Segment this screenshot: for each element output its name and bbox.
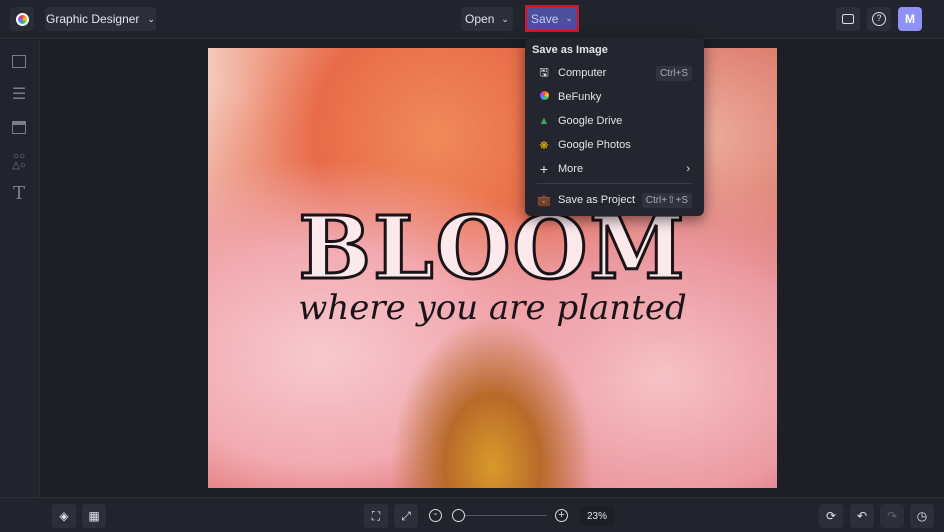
save-button[interactable]: Save ⌄ [525, 5, 579, 32]
plus-icon: + [539, 161, 549, 177]
redo-icon: ↷ [886, 509, 898, 523]
zoom-in-icon[interactable]: + [555, 509, 568, 522]
menu-item-google-drive[interactable]: ▲ Google Drive [525, 110, 704, 132]
layout-icon[interactable] [10, 119, 28, 137]
menu-item-more[interactable]: + More › [525, 158, 704, 180]
chevron-right-icon: › [686, 163, 690, 175]
fit-screen-button[interactable]: ⛶ [364, 504, 388, 528]
chevron-down-icon: ⌄ [565, 13, 573, 23]
menu-label: More [558, 163, 584, 175]
layers-button[interactable]: ◈ [52, 504, 76, 528]
app-mode-dropdown[interactable]: Graphic Designer ⌄ [45, 7, 156, 31]
shrink-icon: ⤢ [401, 508, 411, 523]
shortcut: Ctrl+⇧+S [641, 192, 692, 208]
avatar[interactable]: M [898, 7, 922, 31]
save-menu-heading: Save as Image [532, 44, 608, 56]
bottom-toolbar: ◈ ▦ ⛶ ⤢ - + 23% ⟳ ↶ ↷ ◷ [0, 497, 944, 532]
image-icon[interactable] [10, 53, 28, 71]
zoom-out-icon[interactable]: - [429, 509, 442, 522]
menu-label: Google Drive [558, 115, 623, 127]
menu-item-computer[interactable]: 🖫 Computer Ctrl+S [525, 62, 704, 84]
expand-icon: ⛶ [371, 508, 381, 523]
top-bar: Graphic Designer ⌄ Open ⌄ Save ⌄ ? M [0, 0, 944, 39]
open-label: Open [465, 12, 495, 26]
menu-item-google-photos[interactable]: ❋ Google Photos [525, 134, 704, 156]
zoom-value[interactable]: 23% [580, 506, 614, 526]
undo-button[interactable]: ↶ [850, 504, 874, 528]
refresh-button[interactable]: ⟳ [819, 504, 843, 528]
layers-icon: ◈ [59, 509, 69, 523]
menu-item-befunky[interactable]: BeFunky [525, 86, 704, 108]
google-drive-icon: ▲ [538, 115, 550, 127]
shortcut: Ctrl+S [655, 65, 692, 81]
google-photos-icon: ❋ [539, 139, 549, 152]
menu-item-save-as-project[interactable]: 💼 Save as Project Ctrl+⇧+S [525, 189, 704, 211]
redo-button[interactable]: ↷ [880, 504, 904, 528]
shapes-icon[interactable]: ○○ △○ [10, 152, 28, 171]
canvas-subtitle-text[interactable]: where you are planted [208, 288, 777, 328]
adjustments-icon[interactable]: ☰ [10, 86, 28, 104]
left-sidebar: ☰ ○○ △○ T [0, 40, 40, 497]
monitor-icon: 🖫 [539, 66, 549, 79]
menu-label: BeFunky [558, 91, 602, 103]
befunky-logo[interactable] [10, 7, 34, 31]
undo-icon: ↶ [856, 509, 868, 523]
befunky-icon [537, 91, 551, 103]
help-icon: ? [872, 12, 886, 26]
save-menu: Save as Image 🖫 Computer Ctrl+S BeFunky ▲ G… [525, 38, 704, 216]
chevron-down-icon: ⌄ [501, 13, 509, 24]
actual-size-button[interactable]: ⤢ [394, 504, 418, 528]
menu-label: Computer [558, 67, 607, 79]
zoom-slider[interactable] [451, 509, 547, 522]
text-icon[interactable]: T [10, 185, 28, 203]
history-icon: ◷ [916, 509, 928, 523]
app-title: Graphic Designer [46, 12, 140, 26]
history-button[interactable]: ◷ [910, 504, 934, 528]
help-button[interactable]: ? [867, 7, 891, 31]
menu-label: Save as Project [558, 194, 636, 206]
grid-icon: ▦ [88, 509, 100, 523]
save-label: Save [531, 11, 559, 26]
comments-button[interactable] [836, 7, 860, 31]
zoom-slider-thumb[interactable] [451, 509, 465, 522]
grid-button[interactable]: ▦ [82, 504, 106, 528]
open-button[interactable]: Open ⌄ [461, 7, 513, 31]
briefcase-icon: 💼 [537, 194, 551, 207]
menu-label: Google Photos [558, 139, 631, 151]
chevron-down-icon: ⌄ [147, 13, 155, 24]
refresh-icon: ⟳ [825, 509, 837, 523]
chat-icon [842, 14, 854, 24]
menu-divider [537, 183, 692, 184]
logo-icon [15, 12, 29, 26]
